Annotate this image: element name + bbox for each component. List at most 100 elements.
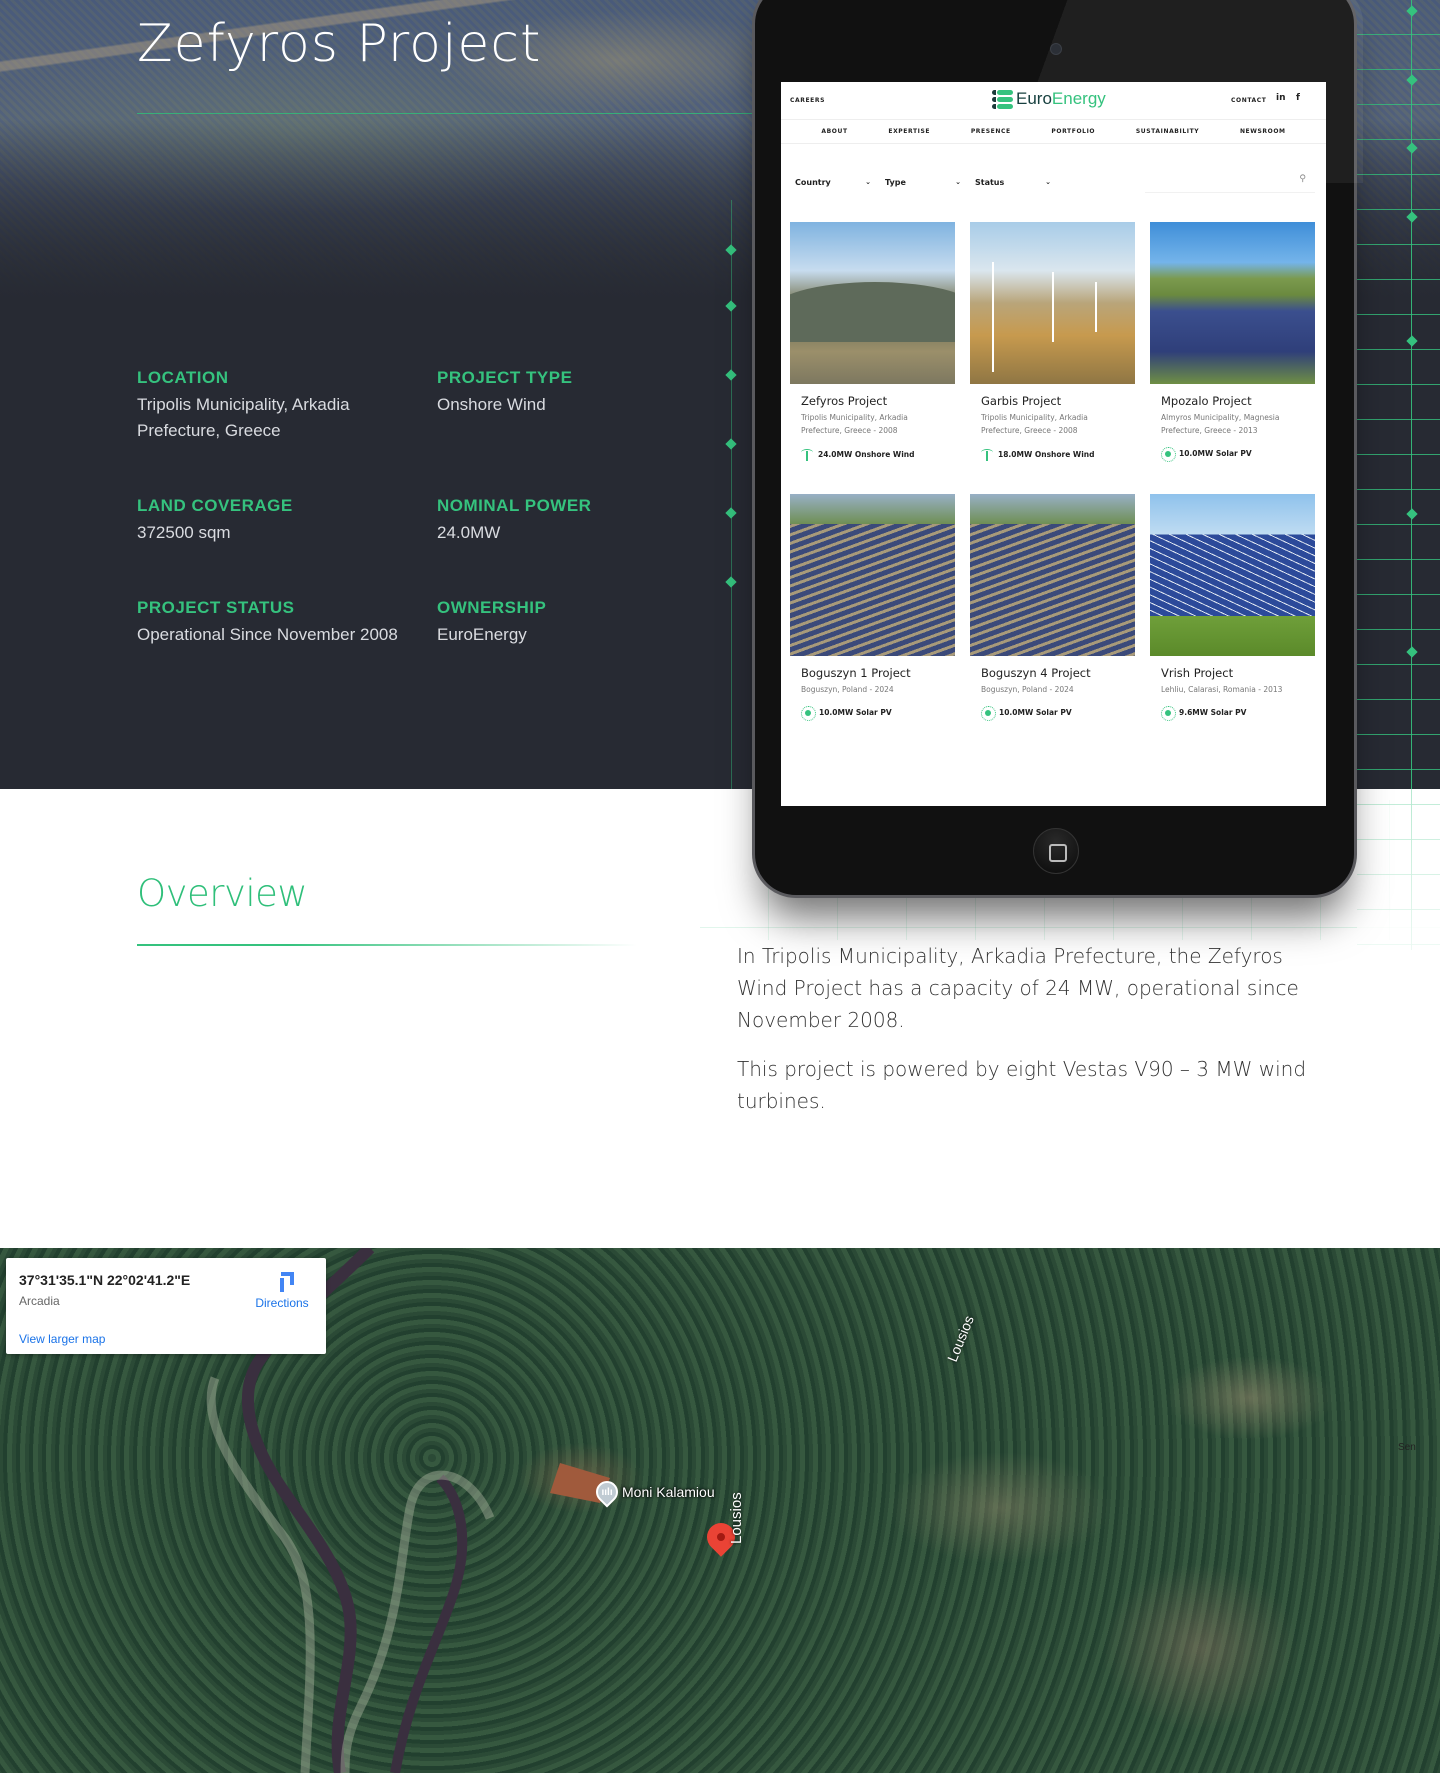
- project-location: Tripolis Municipality, Arkadia Prefectur…: [981, 413, 1088, 435]
- nav-about[interactable]: ABOUT: [821, 128, 847, 135]
- project-title: Mpozalo Project: [1161, 394, 1252, 408]
- sun-icon: [801, 706, 816, 721]
- project-photo: [1150, 222, 1315, 384]
- map-edge-label: Sen: [1398, 1442, 1416, 1453]
- spec-label: OWNERSHIP: [437, 598, 547, 617]
- nav-presence[interactable]: PRESENCE: [971, 128, 1011, 135]
- project-capacity: 9.6MW Solar PV: [1161, 706, 1315, 721]
- overview-text: In Tripolis Municipality, Arkadia Prefec…: [737, 940, 1327, 1134]
- spec-value: EuroEnergy: [437, 625, 527, 644]
- spec-land-coverage: LAND COVERAGE 372500 sqm: [137, 496, 437, 546]
- country-filter[interactable]: Country ⌄: [795, 178, 885, 187]
- grid-node: [725, 576, 737, 588]
- project-card[interactable]: Garbis Project Tripolis Municipality, Ar…: [970, 222, 1135, 461]
- wind-turbine-icon: [981, 447, 993, 461]
- project-capacity: 10.0MW Solar PV: [801, 706, 955, 721]
- contact-link[interactable]: CONTACT: [1231, 97, 1267, 104]
- sun-icon: [981, 706, 996, 721]
- grid-fade: [1357, 789, 1440, 950]
- search-icon[interactable]: ⚲: [1299, 174, 1306, 184]
- project-location: Boguszyn, Poland - 2024: [981, 685, 1074, 694]
- spec-value: 24.0MW: [437, 523, 501, 542]
- careers-link[interactable]: CAREERS: [790, 97, 825, 104]
- spec-label: LOCATION: [137, 368, 229, 387]
- nav-expertise[interactable]: EXPERTISE: [888, 128, 930, 135]
- project-card[interactable]: Boguszyn 4 Project Boguszyn, Poland - 20…: [970, 494, 1135, 721]
- grid-node: [1406, 142, 1418, 154]
- sun-icon: [1161, 447, 1176, 462]
- directions-label: Directions: [255, 1296, 309, 1310]
- project-location: Almyros Municipality, Magnesia Prefectur…: [1161, 413, 1280, 435]
- chevron-down-icon: ⌄: [1045, 178, 1051, 186]
- embedded-map[interactable]: 37°31'35.1"N 22°02'41.2"E Arcadia View l…: [0, 1248, 1440, 1773]
- overview-heading: Overview: [137, 872, 308, 915]
- project-photo: [970, 494, 1135, 656]
- project-card[interactable]: Boguszyn 1 Project Boguszyn, Poland - 20…: [790, 494, 955, 721]
- spec-label: LAND COVERAGE: [137, 496, 293, 515]
- spec-project-status: PROJECT STATUS Operational Since Novembe…: [137, 598, 437, 648]
- sun-icon: [1161, 706, 1176, 721]
- spec-value: Tripolis Municipality, Arkadia Prefectur…: [137, 395, 350, 440]
- project-title: Vrish Project: [1161, 666, 1234, 680]
- grid-node: [725, 438, 737, 450]
- project-location: Lehliu, Calarasi, Romania - 2013: [1161, 685, 1283, 694]
- directions-icon: [271, 1270, 293, 1292]
- grid-node: [1406, 211, 1418, 223]
- grid-node: [1406, 5, 1418, 17]
- project-title: Boguszyn 4 Project: [981, 666, 1091, 680]
- spec-nominal-power: NOMINAL POWER 24.0MW: [437, 496, 737, 546]
- type-filter[interactable]: Type ⌄: [885, 178, 975, 187]
- map-poi[interactable]: ıılı Moni Kalamiou: [591, 1476, 715, 1508]
- logo-text: EuroEnergy: [1016, 89, 1106, 108]
- project-capacity: 18.0MW Onshore Wind: [981, 447, 1135, 461]
- river-label: Lousios: [944, 1313, 977, 1364]
- chevron-down-icon: ⌄: [955, 178, 961, 186]
- facebook-icon[interactable]: f: [1296, 93, 1300, 103]
- site-header: CAREERS EuroEnergy CONTACT in f: [781, 82, 1326, 120]
- project-photo: [790, 222, 955, 384]
- river-label: Lousios: [728, 1492, 745, 1544]
- nav-newsroom[interactable]: NEWSROOM: [1240, 128, 1286, 135]
- project-location: Boguszyn, Poland - 2024: [801, 685, 894, 694]
- home-button-icon: [1033, 828, 1079, 874]
- title-divider: [137, 113, 757, 114]
- project-capacity: 10.0MW Solar PV: [1161, 447, 1315, 462]
- project-page: Zefyros Project LOCATION Tripolis Munici…: [0, 0, 1440, 1773]
- project-card[interactable]: Vrish Project Lehliu, Calarasi, Romania …: [1150, 494, 1315, 721]
- chevron-down-icon: ⌄: [865, 178, 871, 186]
- euroenergy-logo[interactable]: EuroEnergy: [992, 89, 1106, 109]
- project-photo: [790, 494, 955, 656]
- project-title: Garbis Project: [981, 394, 1062, 408]
- project-card[interactable]: Mpozalo Project Almyros Municipality, Ma…: [1150, 222, 1315, 462]
- site-nav: ABOUT EXPERTISE PRESENCE PORTFOLIO SUSTA…: [781, 120, 1326, 144]
- spec-label: NOMINAL POWER: [437, 496, 592, 515]
- grid-node: [1406, 74, 1418, 86]
- search-input[interactable]: [1145, 192, 1315, 193]
- spec-value: 372500 sqm: [137, 523, 231, 542]
- linkedin-icon[interactable]: in: [1276, 93, 1286, 103]
- map-region: Arcadia: [19, 1294, 60, 1308]
- decorative-grid-right: [1357, 0, 1440, 950]
- project-photo: [1150, 494, 1315, 656]
- project-card[interactable]: Zefyros Project Tripolis Municipality, A…: [790, 222, 955, 461]
- nav-sustainability[interactable]: SUSTAINABILITY: [1136, 128, 1199, 135]
- monastery-icon: ıılı: [591, 1476, 623, 1508]
- page-title: Zefyros Project: [137, 14, 542, 74]
- directions-button[interactable]: Directions: [246, 1270, 318, 1310]
- overview-paragraph: In Tripolis Municipality, Arkadia Prefec…: [737, 944, 1299, 1032]
- view-larger-map-link[interactable]: View larger map: [19, 1332, 105, 1346]
- spec-value: Operational Since November 2008: [137, 625, 398, 644]
- overview-paragraph: This project is powered by eight Vestas …: [737, 1057, 1307, 1113]
- nav-portfolio[interactable]: PORTFOLIO: [1051, 128, 1095, 135]
- spec-location: LOCATION Tripolis Municipality, Arkadia …: [137, 368, 437, 444]
- grid-node: [1406, 508, 1418, 520]
- decorative-grid-line: [731, 200, 732, 789]
- camera-icon: [1050, 43, 1062, 55]
- project-title: Zefyros Project: [801, 394, 888, 408]
- map-info-card: 37°31'35.1"N 22°02'41.2"E Arcadia View l…: [6, 1258, 326, 1354]
- spec-value: Onshore Wind: [437, 395, 546, 414]
- project-capacity: 10.0MW Solar PV: [981, 706, 1135, 721]
- spec-label: PROJECT TYPE: [437, 368, 573, 387]
- spec-label: PROJECT STATUS: [137, 598, 295, 617]
- status-filter[interactable]: Status ⌄: [975, 178, 1065, 187]
